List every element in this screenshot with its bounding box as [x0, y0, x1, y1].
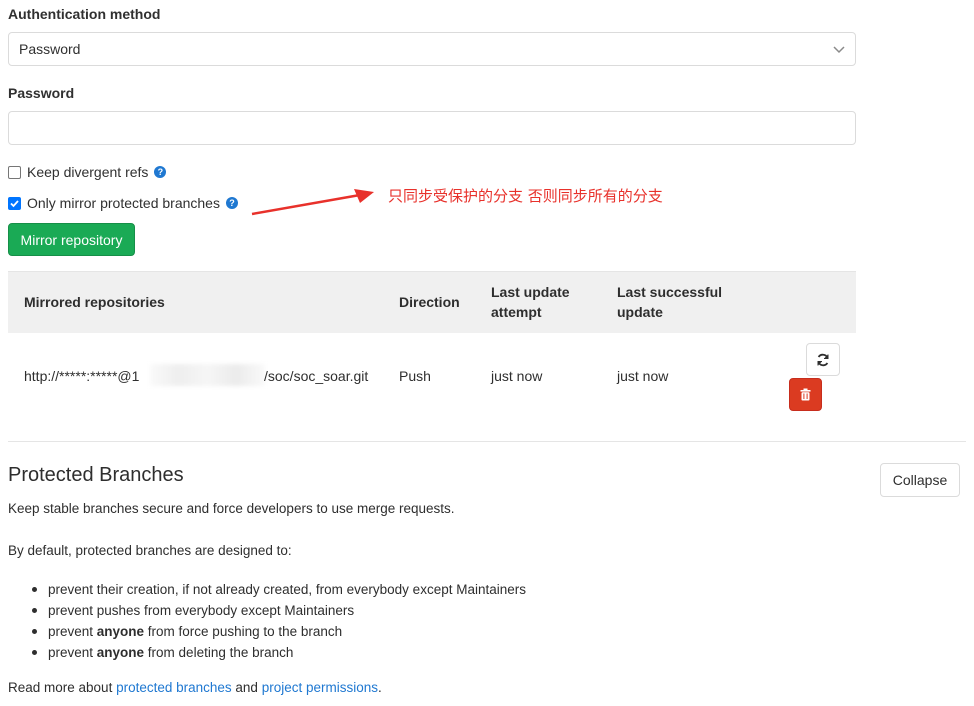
only-protected-checkbox[interactable]	[8, 196, 21, 210]
refresh-icon	[817, 353, 829, 366]
read-more-text: Read more about protected branches and p…	[8, 680, 382, 695]
mirror-url-end: /soc/soc_soar.git	[264, 368, 369, 384]
protected-description: Keep stable branches secure and force de…	[8, 501, 455, 516]
password-label: Password	[8, 85, 75, 101]
mirror-table-header: Mirrored repositories Direction Last upd…	[8, 271, 856, 333]
trash-icon	[800, 388, 811, 401]
collapse-button[interactable]: Collapse	[880, 463, 960, 497]
section-divider	[8, 441, 966, 442]
mirror-url-start: http://*****:*****@1	[24, 368, 140, 384]
protected-branches-link[interactable]: protected branches	[116, 680, 232, 695]
sync-now-button[interactable]	[806, 343, 840, 376]
list-item: prevent pushes from everybody except Mai…	[28, 600, 526, 621]
list-item: prevent anyone from deleting the branch	[28, 642, 526, 663]
redacted-region	[150, 364, 265, 386]
delete-mirror-button[interactable]	[789, 378, 822, 411]
protected-intro: By default, protected branches are desig…	[8, 543, 292, 558]
checkmark-icon	[10, 199, 19, 207]
th-last-attempt: Last update attempt	[491, 284, 570, 320]
only-protected-label[interactable]: Only mirror protected branches	[27, 195, 220, 211]
protected-branches-title: Protected Branches	[8, 464, 184, 486]
th-direction: Direction	[399, 294, 460, 310]
project-permissions-link[interactable]: project permissions	[262, 680, 378, 695]
password-input[interactable]	[8, 111, 856, 145]
only-protected-row: Only mirror protected branches ?	[8, 195, 238, 211]
keep-divergent-label[interactable]: Keep divergent refs	[27, 164, 148, 180]
th-repo: Mirrored repositories	[24, 294, 165, 310]
annotation-text: 只同步受保护的分支 否则同步所有的分支	[388, 187, 663, 205]
mirror-last-success: just now	[617, 368, 669, 384]
help-icon[interactable]: ?	[225, 197, 238, 209]
mirror-last-attempt: just now	[491, 368, 543, 384]
list-item: prevent anyone from force pushing to the…	[28, 621, 526, 642]
list-item: prevent their creation, if not already c…	[28, 579, 526, 600]
auth-method-label: Authentication method	[8, 6, 161, 22]
auth-method-select[interactable]: Password	[8, 32, 856, 66]
chevron-down-icon	[833, 41, 845, 57]
keep-divergent-checkbox[interactable]	[8, 165, 21, 179]
mirror-repository-button[interactable]: Mirror repository	[8, 223, 135, 256]
th-last-success: Last successful update	[617, 284, 723, 320]
annotation-arrow-icon	[251, 189, 374, 216]
auth-method-value: Password	[19, 41, 81, 57]
mirror-direction: Push	[399, 368, 431, 384]
help-icon[interactable]: ?	[154, 166, 167, 178]
protected-rules-list: prevent their creation, if not already c…	[28, 579, 526, 663]
keep-divergent-row: Keep divergent refs ?	[8, 164, 167, 180]
